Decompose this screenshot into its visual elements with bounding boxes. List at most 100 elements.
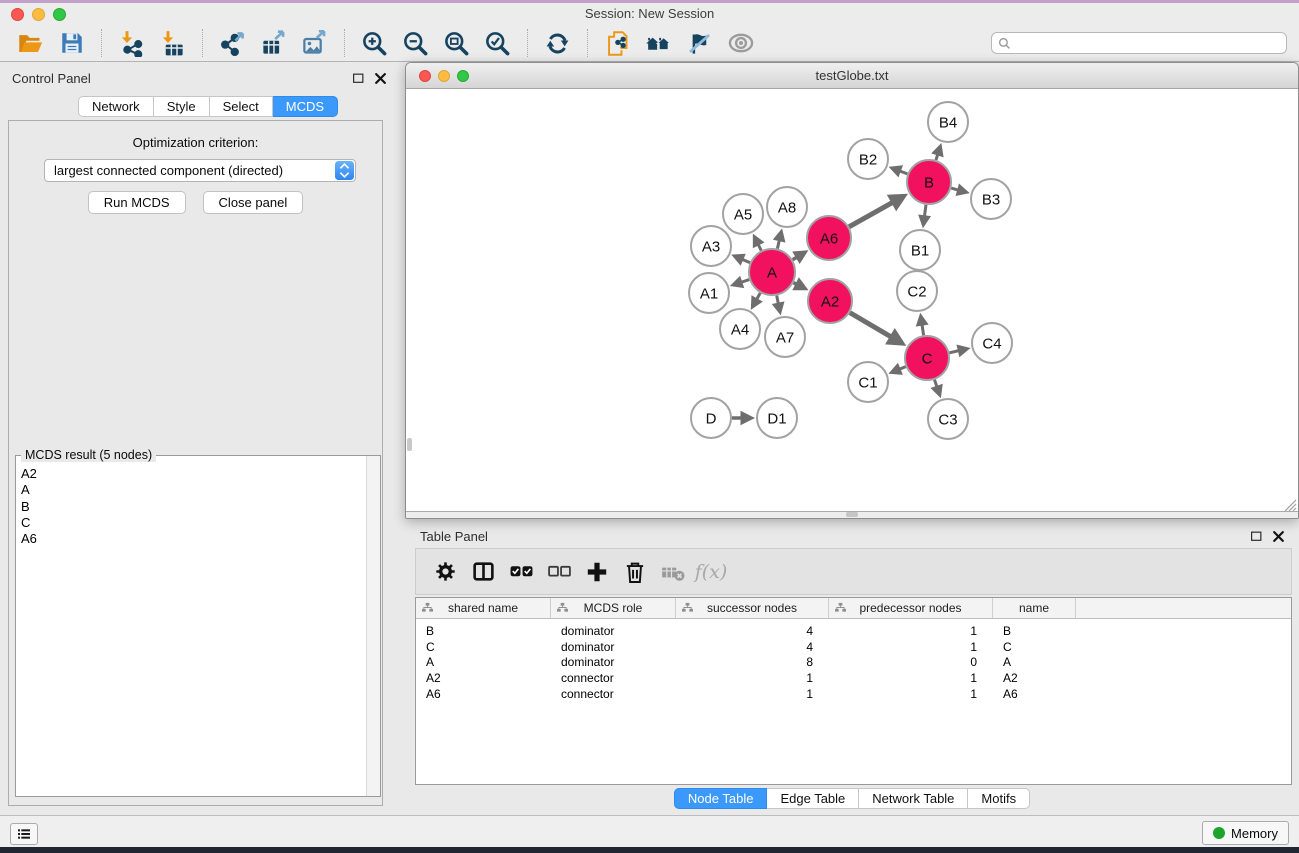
- duplicate-network-button[interactable]: [602, 28, 633, 59]
- graph-edge-A-A7[interactable]: [772, 296, 785, 316]
- table-cell[interactable]: A: [416, 655, 551, 669]
- graph-node-C3[interactable]: C3: [928, 399, 968, 439]
- table-row[interactable]: A6connector11A6: [416, 686, 1291, 702]
- graph-node-A5[interactable]: A5: [723, 194, 763, 234]
- graph-node-C1[interactable]: C1: [848, 362, 888, 402]
- export-image-button[interactable]: [299, 28, 330, 59]
- graph-node-A7[interactable]: A7: [765, 317, 805, 357]
- zoom-out-button[interactable]: [400, 28, 431, 59]
- zoom-window-button[interactable]: [53, 8, 66, 21]
- mcds-result-item[interactable]: A2: [16, 466, 365, 482]
- horizontal-scrollbar-thumb[interactable]: [846, 512, 858, 517]
- graph-edge-C-C4[interactable]: [949, 345, 970, 358]
- search-input[interactable]: [1011, 36, 1280, 50]
- mcds-result-item[interactable]: A: [16, 482, 365, 498]
- graph-edge-C-C2[interactable]: [916, 313, 929, 335]
- table-cell[interactable]: A2: [993, 671, 1076, 685]
- close-table-panel-button[interactable]: [1272, 530, 1285, 543]
- graph-node-C2[interactable]: C2: [897, 271, 937, 311]
- table-cell[interactable]: B: [416, 624, 551, 638]
- memory-button[interactable]: Memory: [1202, 821, 1289, 845]
- column-header-shared-name[interactable]: shared name: [416, 598, 551, 618]
- tab-network-table[interactable]: Network Table: [859, 788, 968, 809]
- column-header-successor-nodes[interactable]: successor nodes: [676, 598, 829, 618]
- graph-edge-A2-C[interactable]: [850, 313, 906, 346]
- open-session-button[interactable]: [15, 28, 46, 59]
- deselect-all-button[interactable]: [544, 557, 574, 587]
- network-minimize-button[interactable]: [438, 70, 450, 82]
- table-cell[interactable]: dominator: [551, 655, 676, 669]
- tab-select[interactable]: Select: [210, 96, 273, 117]
- graph-edge-C-C1[interactable]: [888, 363, 905, 375]
- result-scrollbar[interactable]: [366, 456, 380, 796]
- graph-node-A[interactable]: A: [749, 249, 795, 295]
- toggle-panel-button[interactable]: [684, 28, 715, 59]
- graph-node-A8[interactable]: A8: [767, 187, 807, 227]
- graph-edge-B-B3[interactable]: [951, 183, 970, 196]
- tab-edge-table[interactable]: Edge Table: [767, 788, 859, 809]
- graph-edge-A-A3[interactable]: [731, 254, 750, 266]
- run-mcds-button[interactable]: Run MCDS: [88, 191, 186, 214]
- zoom-selected-button[interactable]: [482, 28, 513, 59]
- graph-node-B3[interactable]: B3: [971, 179, 1011, 219]
- add-column-button[interactable]: [582, 557, 612, 587]
- table-cell[interactable]: 1: [829, 640, 993, 654]
- table-cell[interactable]: 0: [829, 655, 993, 669]
- table-cell[interactable]: connector: [551, 671, 676, 685]
- close-window-button[interactable]: [11, 8, 24, 21]
- export-table-button[interactable]: [258, 28, 289, 59]
- table-cell[interactable]: 1: [829, 671, 993, 685]
- network-canvas[interactable]: AA1A2A3A4A5A6A7A8BB1B2B3B4CC1C2C3C4DD1: [406, 90, 1298, 512]
- search-box[interactable]: [991, 32, 1287, 54]
- zoom-fit-button[interactable]: [441, 28, 472, 59]
- select-all-button[interactable]: [506, 557, 536, 587]
- table-cell[interactable]: dominator: [551, 640, 676, 654]
- fx-button[interactable]: f(x): [696, 557, 726, 587]
- graph-node-A2[interactable]: A2: [808, 279, 852, 323]
- column-header-name[interactable]: name: [993, 598, 1076, 618]
- zoom-in-button[interactable]: [359, 28, 390, 59]
- import-network-button[interactable]: [116, 28, 147, 59]
- tab-style[interactable]: Style: [154, 96, 210, 117]
- table-cell[interactable]: connector: [551, 687, 676, 701]
- eye-button[interactable]: [725, 28, 756, 59]
- graph-edge-A-A5[interactable]: [753, 234, 765, 251]
- graph-edge-C-C3[interactable]: [930, 380, 942, 398]
- tab-mcds[interactable]: MCDS: [273, 96, 338, 117]
- resize-grip[interactable]: [1284, 499, 1297, 517]
- graph-edge-A-A8[interactable]: [773, 228, 786, 248]
- table-cell[interactable]: 1: [676, 687, 829, 701]
- table-cell[interactable]: A6: [993, 687, 1076, 701]
- tab-network[interactable]: Network: [78, 96, 154, 117]
- home-button[interactable]: [643, 28, 674, 59]
- horizontal-scrollbar[interactable]: [406, 512, 1298, 518]
- column-header-predecessor-nodes[interactable]: predecessor nodes: [829, 598, 993, 618]
- graph-edge-A-A1[interactable]: [730, 276, 749, 288]
- graph-edge-A6-B[interactable]: [849, 194, 908, 227]
- vertical-scrollbar-thumb[interactable]: [407, 438, 412, 451]
- table-cell[interactable]: 4: [676, 640, 829, 654]
- delete-column-button[interactable]: [620, 557, 650, 587]
- table-row[interactable]: A2connector11A2: [416, 670, 1291, 686]
- graph-edge-D-D1[interactable]: [732, 411, 755, 426]
- graph-node-C[interactable]: C: [905, 336, 949, 380]
- network-close-button[interactable]: [419, 70, 431, 82]
- table-cell[interactable]: 8: [676, 655, 829, 669]
- mcds-result-item[interactable]: B: [16, 499, 365, 515]
- column-header-MCDS-role[interactable]: MCDS role: [551, 598, 676, 618]
- table-row[interactable]: Cdominator41C: [416, 639, 1291, 655]
- graph-node-D1[interactable]: D1: [757, 398, 797, 438]
- graph-edge-B-B1[interactable]: [918, 205, 931, 228]
- save-session-button[interactable]: [56, 28, 87, 59]
- graph-node-B2[interactable]: B2: [848, 139, 888, 179]
- tab-motifs[interactable]: Motifs: [968, 788, 1030, 809]
- graph-node-D[interactable]: D: [691, 398, 731, 438]
- table-cell[interactable]: 1: [829, 624, 993, 638]
- graph-node-B4[interactable]: B4: [928, 102, 968, 142]
- table-cell[interactable]: dominator: [551, 624, 676, 638]
- table-cell[interactable]: A6: [416, 687, 551, 701]
- graph-edge-B-B2[interactable]: [889, 165, 908, 177]
- show-panels-button[interactable]: [10, 823, 38, 845]
- export-network-button[interactable]: [217, 28, 248, 59]
- criterion-dropdown[interactable]: largest connected component (directed): [44, 159, 356, 182]
